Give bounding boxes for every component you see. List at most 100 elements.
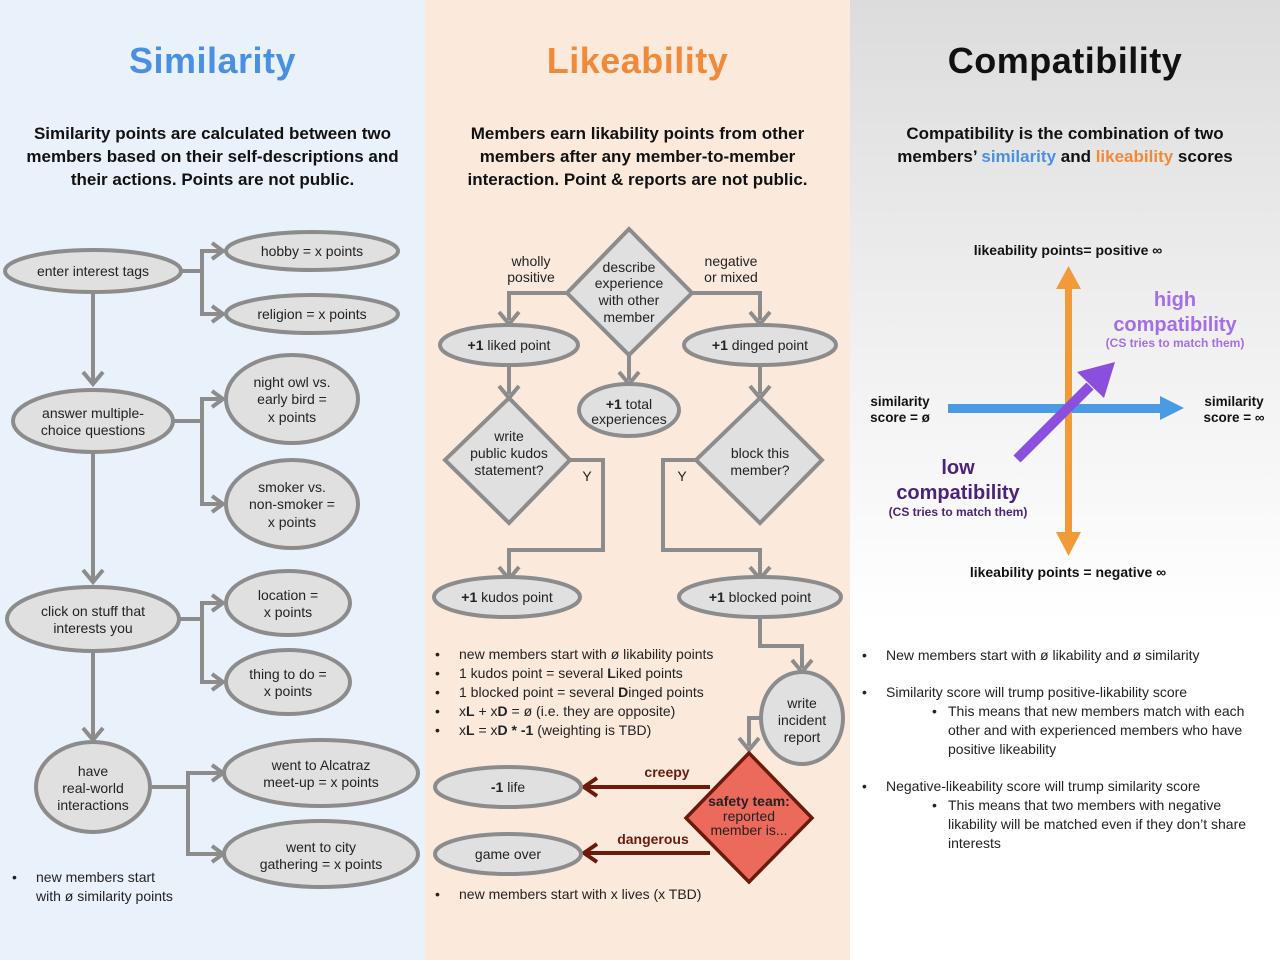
likeability-lives-note: new members start with x lives (x TBD) <box>431 885 701 904</box>
node-label: safety team: <box>708 793 790 809</box>
high-compat-label: high <box>1154 289 1196 311</box>
note-text: new members start <box>36 869 156 885</box>
note-text: 1 blocked point = several <box>459 684 619 700</box>
node-blocked-point: +1 blocked point <box>677 575 843 619</box>
node-kudos-point: +1 kudos point <box>432 575 582 619</box>
likeability-flowchart: describe experience with other member wh… <box>432 226 845 885</box>
likeability-notes: new members start with ø likability poin… <box>431 645 713 740</box>
note-item: xL = xD * -1 (weighting is TBD) <box>431 721 713 740</box>
note-text: new members start with x lives (x TBD) <box>459 886 702 902</box>
node-label: smoker vs. <box>258 479 326 495</box>
node-location: location = x points <box>224 569 352 637</box>
bold-prefix: +1 <box>712 337 728 353</box>
branch-label-positive: wholly <box>511 253 551 269</box>
node-dinged-point: +1 dinged point <box>682 323 838 367</box>
bold-prefix: -1 <box>491 779 504 795</box>
connector <box>172 397 222 506</box>
similarity-flowchart: enter interest tags hobby = x points rel… <box>3 230 420 889</box>
label-text: liked point <box>484 337 551 353</box>
node-label: with other <box>598 292 660 308</box>
branch-label-dangerous: dangerous <box>617 831 689 847</box>
connector <box>150 771 222 856</box>
node-label: experience <box>595 275 664 291</box>
connector <box>758 616 804 668</box>
label-text: life <box>503 779 525 795</box>
high-compat-note: (CS tries to match them) <box>1106 336 1245 350</box>
node-label: x points <box>268 409 316 425</box>
arrow-up-icon <box>1056 266 1081 289</box>
node-incident-report: write incident report <box>759 670 845 766</box>
node-city-gathering: went to city gathering = x points <box>222 819 420 889</box>
node-label: interests you <box>53 620 132 636</box>
note-item: new members start with ø likability poin… <box>431 645 713 664</box>
node-label: +1 blocked point <box>709 589 811 605</box>
note-item: new members start with x lives (x TBD) <box>431 885 701 904</box>
node-game-over: game over <box>433 832 583 876</box>
node-real-world: have real-world interactions <box>34 740 152 834</box>
axis-label-left: similarity <box>870 394 930 409</box>
similarity-notes: new members start with ø similarity point… <box>8 868 173 906</box>
node-kudos-question: write public kudos statement? <box>442 395 573 526</box>
node-label: +1 dinged point <box>712 337 808 353</box>
node-label: have <box>78 763 109 779</box>
node-label: went to Alcatraz <box>271 757 371 773</box>
label-text: kudos point <box>477 589 553 605</box>
label-text: dinged point <box>728 337 808 353</box>
bold-prefix: +1 <box>606 396 622 412</box>
note-text: x <box>459 703 466 719</box>
axis-label-top: likeability points= positive ∞ <box>974 242 1163 258</box>
note-item: New members start with ø likability and … <box>858 646 1268 665</box>
node-label: real-world <box>62 780 123 796</box>
node-describe-experience: describe experience with other member <box>564 226 695 358</box>
bold-prefix: +1 <box>709 589 725 605</box>
branch-label-negative: or mixed <box>704 269 758 285</box>
note-item: new members start with ø similarity point… <box>8 868 173 906</box>
note-item: Similarity score will trump positive-lik… <box>858 683 1268 702</box>
node-night-owl: night owl vs. early bird = x points <box>224 353 360 445</box>
note-text: x <box>459 722 466 738</box>
branch-label-creepy: creepy <box>644 764 689 780</box>
connector <box>692 291 762 320</box>
note-subitem: This means that new members match with e… <box>858 702 1268 759</box>
node-label: enter interest tags <box>37 263 149 279</box>
node-label: thing to do = <box>249 666 326 682</box>
node-answer-questions: answer multiple- choice questions <box>11 388 175 454</box>
note-item: 1 kudos point = several Liked points <box>431 664 713 683</box>
node-safety-team: safety team: reported member is... <box>683 750 815 885</box>
note-bold: L <box>607 665 616 681</box>
node-religion: religion = x points <box>224 293 400 335</box>
note-bold: D <box>497 703 508 719</box>
note-text: 1 kudos point = several <box>459 665 608 681</box>
node-label: x points <box>268 514 316 530</box>
note-text: with ø similarity points <box>36 888 173 904</box>
label-text: total <box>622 396 652 412</box>
node-label: x points <box>264 604 312 620</box>
note-text: = x <box>474 722 498 738</box>
node-total-experiences: +1 total experiences <box>577 382 681 438</box>
low-compat-label: compatibility <box>896 482 1020 504</box>
node-minus-life: -1 life <box>433 765 583 809</box>
axis-label-bottom: likeability points = negative ∞ <box>970 564 1166 580</box>
node-label: hobby = x points <box>261 243 363 259</box>
node-label: +1 total <box>606 396 652 412</box>
note-item: Negative-likeability score will trump si… <box>858 777 1268 796</box>
node-label: write <box>786 695 817 711</box>
node-label: +1 kudos point <box>461 589 553 605</box>
node-label: choice questions <box>41 422 145 438</box>
node-alcatraz: went to Alcatraz meet-up = x points <box>222 738 420 808</box>
low-compat-note: (CS tries to match them) <box>889 505 1028 519</box>
node-thing-to-do: thing to do = x points <box>224 648 352 716</box>
bold-prefix: +1 <box>468 337 484 353</box>
axis-label-left: score = ø <box>870 410 930 425</box>
compatibility-panel: Compatibility Compatibility is the combi… <box>850 0 1280 960</box>
node-label: answer multiple- <box>42 405 144 421</box>
note-text: (weighting is TBD) <box>533 722 652 738</box>
note-text: + x <box>474 703 498 719</box>
note-text: iked points <box>615 665 683 681</box>
note-text: inged points <box>628 684 704 700</box>
node-label: experiences <box>591 411 667 427</box>
node-label: interactions <box>57 797 129 813</box>
node-enter-interest-tags: enter interest tags <box>3 248 183 294</box>
node-label: describe <box>603 259 656 275</box>
node-label: +1 liked point <box>468 337 551 353</box>
